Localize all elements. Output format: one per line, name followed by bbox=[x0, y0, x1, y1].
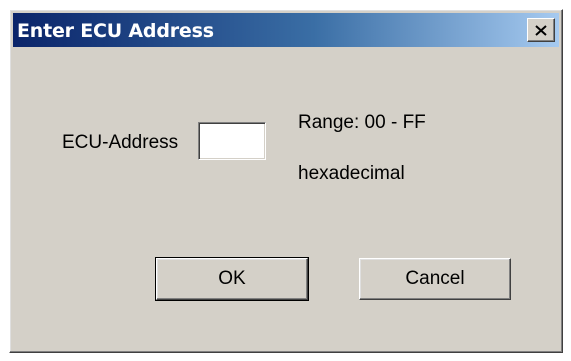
dialog-title: Enter ECU Address bbox=[17, 20, 214, 42]
ecu-address-label: ECU-Address bbox=[62, 132, 179, 153]
ecu-address-input[interactable] bbox=[198, 122, 266, 160]
ok-button[interactable]: OK bbox=[155, 257, 309, 301]
close-icon bbox=[535, 24, 547, 36]
cancel-button[interactable]: Cancel bbox=[359, 258, 511, 300]
range-hint: Range: 00 - FF bbox=[298, 112, 426, 133]
enter-ecu-address-dialog: Enter ECU Address ECU-Address Range: 00 … bbox=[9, 9, 563, 353]
title-bar[interactable]: Enter ECU Address bbox=[13, 13, 559, 47]
close-button[interactable] bbox=[527, 18, 555, 42]
format-hint: hexadecimal bbox=[298, 163, 405, 184]
